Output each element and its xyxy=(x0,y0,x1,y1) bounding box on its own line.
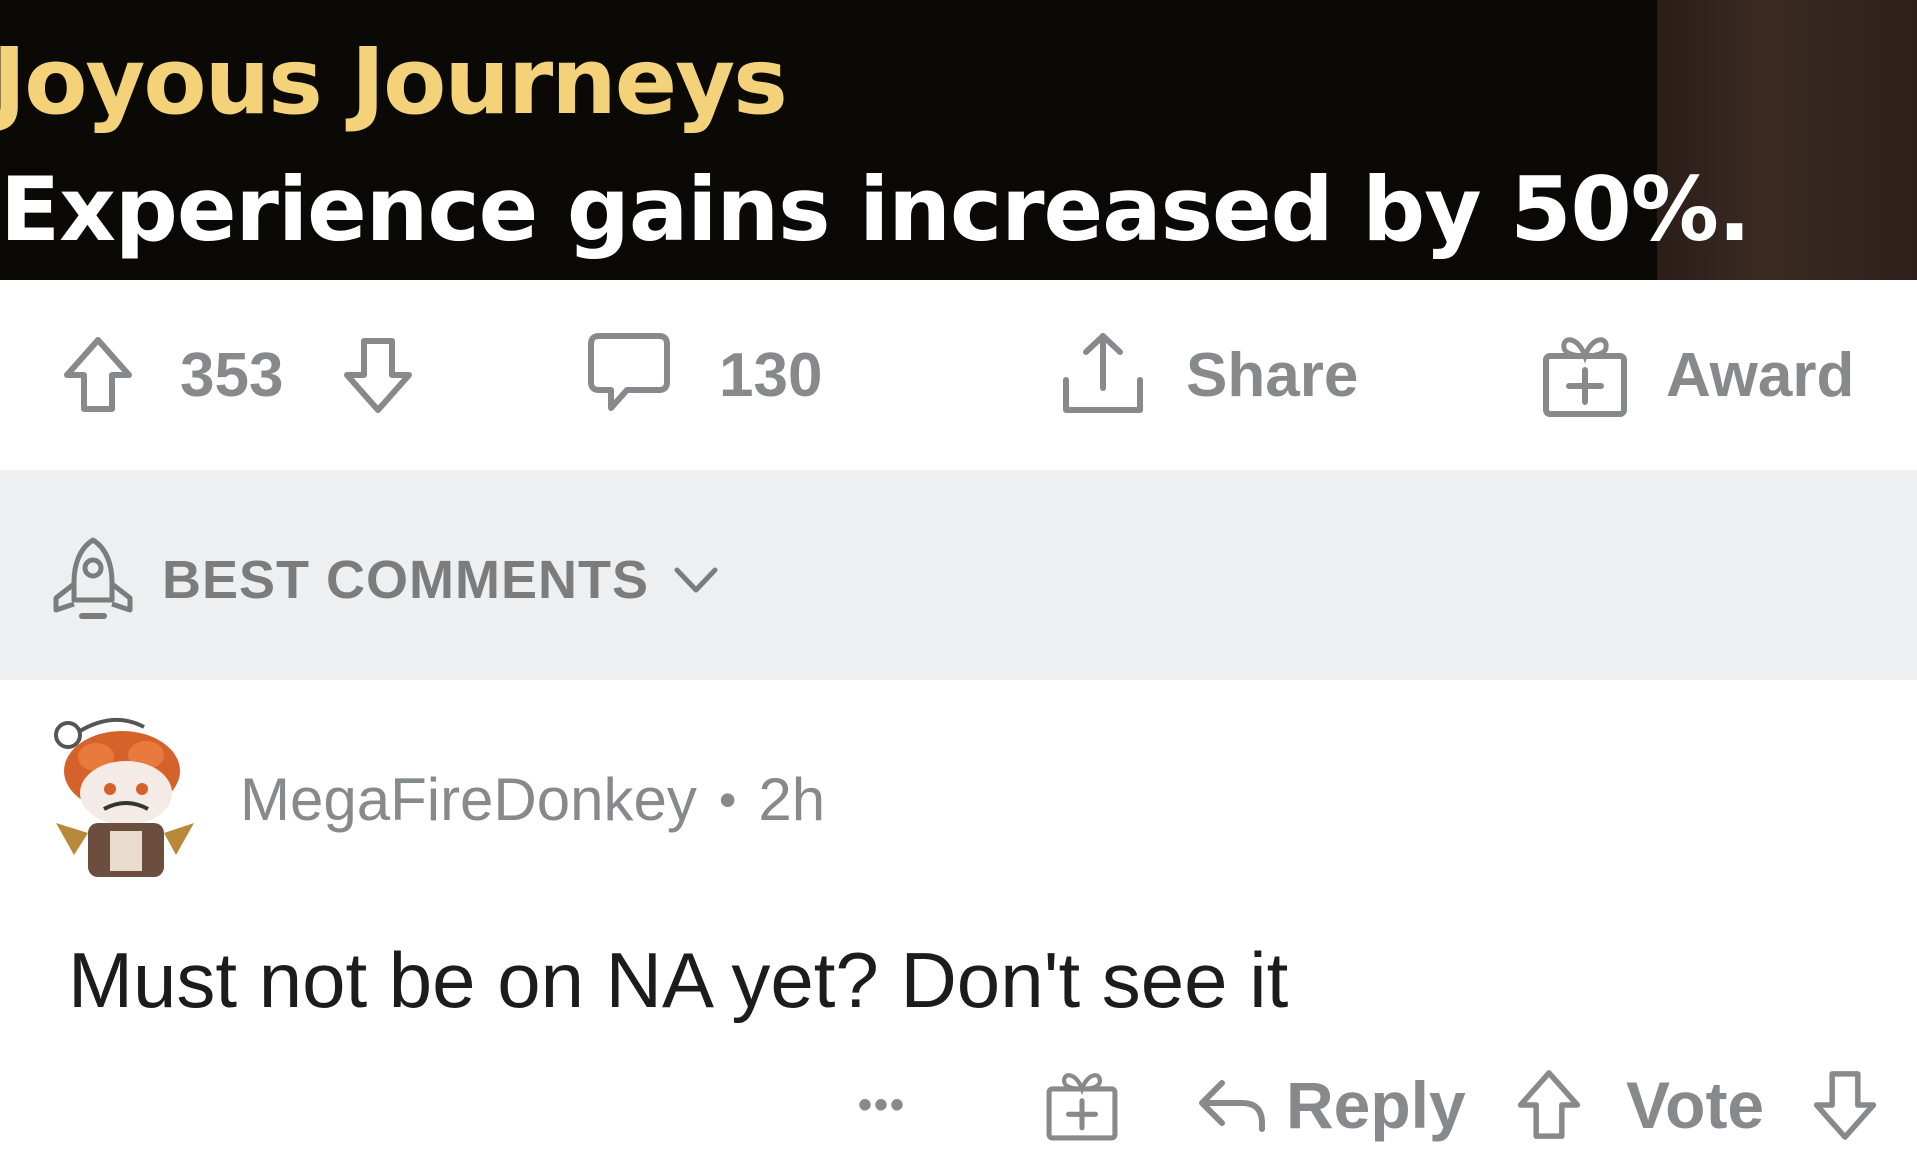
more-options-icon: ••• xyxy=(858,1082,907,1127)
sort-dropdown[interactable]: BEST COMMENTS xyxy=(48,530,721,630)
avatar[interactable] xyxy=(44,705,194,885)
chevron-down-icon xyxy=(671,560,721,600)
gift-icon xyxy=(1044,1067,1120,1143)
banner-title: Joyous Journeys xyxy=(0,28,788,135)
more-options-button[interactable]: ••• xyxy=(858,1055,906,1155)
share-label: Share xyxy=(1186,340,1359,410)
vote-count: 353 xyxy=(180,340,284,410)
share-button[interactable]: Share xyxy=(1058,330,1358,420)
vote-label: Vote xyxy=(1626,1068,1765,1142)
downvote-arrow-icon xyxy=(1812,1068,1878,1142)
reply-label: Reply xyxy=(1286,1068,1466,1142)
gift-icon xyxy=(1540,330,1630,420)
comment: MegaFireDonkey • 2h Must not be on NA ye… xyxy=(0,680,1917,1175)
comment-sort-bar: BEST COMMENTS xyxy=(0,470,1917,680)
comment-award-button[interactable] xyxy=(1044,1055,1120,1155)
comment-time: 2h xyxy=(758,766,826,833)
post-image-banner[interactable]: Joyous Journeys Experience gains increas… xyxy=(0,0,1917,280)
sort-label: BEST COMMENTS xyxy=(162,550,650,610)
comments-button[interactable]: 130 xyxy=(585,330,822,420)
comment-upvote-button[interactable]: Vote xyxy=(1516,1055,1764,1155)
post-action-bar: 353 130 Share Award xyxy=(0,280,1917,470)
award-label: Award xyxy=(1666,340,1855,410)
award-button[interactable]: Award xyxy=(1540,330,1854,420)
comment-author[interactable]: MegaFireDonkey xyxy=(240,765,697,834)
banner-description: Experience gains increased by 50%. xyxy=(0,158,1751,261)
comment-body: Must not be on NA yet? Don't see it xyxy=(68,936,1289,1024)
comment-downvote-button[interactable] xyxy=(1812,1055,1878,1155)
reply-arrow-icon xyxy=(1196,1075,1268,1135)
comment-meta: MegaFireDonkey • 2h xyxy=(240,765,825,834)
rocket-icon xyxy=(48,534,138,626)
comment-bubble-icon xyxy=(585,330,673,420)
share-upload-icon xyxy=(1058,330,1148,420)
upvote-button[interactable] xyxy=(62,330,134,420)
downvote-arrow-icon xyxy=(342,335,414,415)
upvote-arrow-icon xyxy=(1516,1068,1582,1142)
comment-count: 130 xyxy=(719,340,823,410)
upvote-arrow-icon xyxy=(62,335,134,415)
downvote-button[interactable] xyxy=(342,330,414,420)
reply-button[interactable]: Reply xyxy=(1196,1055,1466,1155)
meta-separator: • xyxy=(718,771,737,828)
